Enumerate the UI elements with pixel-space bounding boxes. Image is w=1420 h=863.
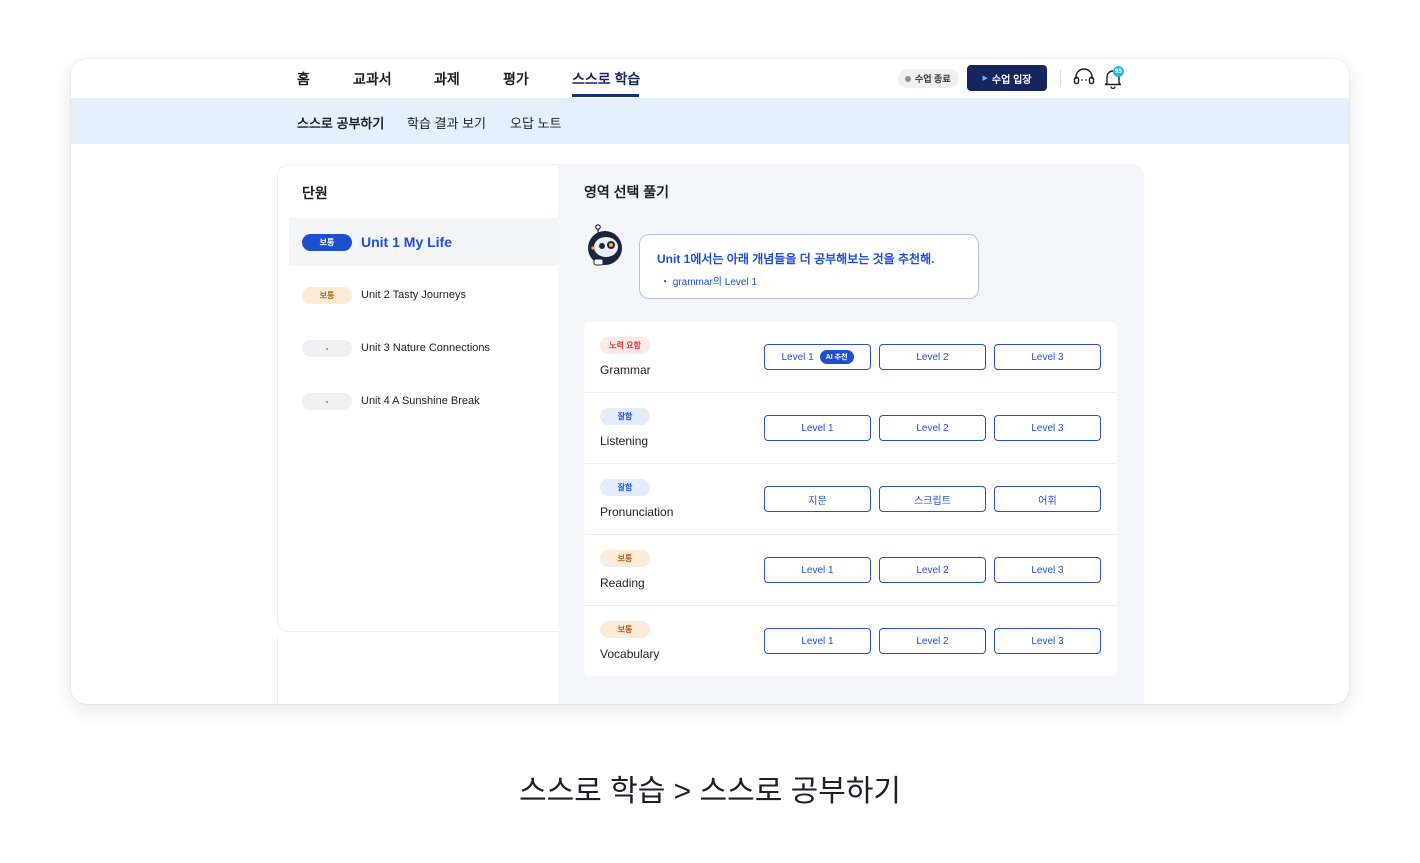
play-icon: ▶: [982, 75, 988, 82]
skill-status-badge: 잘함: [600, 408, 650, 425]
skill-row-vocabulary: 보통 Vocabulary Level 1 Level 2 Level 3: [584, 606, 1117, 677]
recommendation-text: Unit 1에서는 아래 개념들을 더 공부해보는 것을 추천해.: [657, 252, 935, 266]
class-status-label: 수업 종료: [915, 74, 951, 84]
unit-item-4[interactable]: - Unit 4 A Sunshine Break: [289, 377, 559, 425]
unit-level-badge: -: [302, 339, 352, 357]
notification-count-badge: 95: [1113, 66, 1124, 77]
sub-nav: 스스로 공부하기 학습 결과 보기 오답 노트: [71, 98, 1349, 144]
skill-row-grammar: 노력 요함 Grammar Level 1 AI 추천 Level 2 Leve…: [584, 322, 1117, 393]
nav-home[interactable]: 홈: [297, 69, 310, 89]
reading-level-3-button[interactable]: Level 3: [994, 557, 1101, 583]
subnav-self-study[interactable]: 스스로 공부하기: [297, 113, 384, 132]
pronunciation-vocab-button[interactable]: 어휘: [994, 486, 1101, 512]
unit-level-badge: -: [302, 392, 352, 410]
unit-level-badge: 보통: [302, 286, 352, 304]
practice-panel: 영역 선택 풀기 Unit 1에서는 아래 개념들을 더 공부해보는 것을 추천…: [558, 164, 1144, 704]
enter-class-button[interactable]: ▶ 수업 입장: [967, 65, 1047, 91]
skill-row-listening: 잘함 Listening Level 1 Level 2 Level 3: [584, 393, 1117, 464]
recommendation-bubble: Unit 1에서는 아래 개념들을 더 공부해보는 것을 추천해. ・ gram…: [639, 234, 979, 299]
skill-status-badge: 보통: [600, 550, 650, 567]
skill-name: Vocabulary: [600, 647, 660, 661]
skill-status-badge: 잘함: [600, 479, 650, 496]
practice-title: 영역 선택 풀기: [584, 184, 670, 200]
unit-level-badge: 보통: [302, 233, 352, 251]
nav-textbook[interactable]: 교과서: [353, 69, 392, 89]
nav-assessment[interactable]: 평가: [503, 69, 529, 89]
pronunciation-passage-button[interactable]: 지문: [764, 486, 871, 512]
recommendation-detail: ・ grammar의 Level 1: [660, 277, 758, 288]
unit-item-3[interactable]: - Unit 3 Nature Connections: [289, 324, 559, 372]
listening-level-3-button[interactable]: Level 3: [994, 415, 1101, 441]
nav-divider: [1060, 70, 1061, 86]
listening-level-1-button[interactable]: Level 1: [764, 415, 871, 441]
vocabulary-level-2-button[interactable]: Level 2: [879, 628, 986, 654]
status-dot-icon: [905, 75, 911, 82]
skill-row-pronunciation: 잘함 Pronunciation 지문 스크립트 어휘: [584, 464, 1117, 535]
ai-recommend-tag: AI 추천: [819, 350, 854, 364]
unit-list-panel: 단원 보통 Unit 1 My Life 보통 Unit 2 Tasty Jou…: [277, 164, 559, 632]
pronunciation-script-button[interactable]: 스크립트: [879, 486, 986, 512]
unit-item-2[interactable]: 보통 Unit 2 Tasty Journeys: [289, 271, 559, 319]
class-status-badge: 수업 종료: [898, 69, 959, 88]
nav-assignment[interactable]: 과제: [434, 69, 460, 89]
skill-name: Grammar: [600, 363, 651, 377]
level-label: Level 1: [781, 351, 814, 363]
subnav-results[interactable]: 학습 결과 보기: [407, 113, 486, 132]
subnav-wrong-notes[interactable]: 오답 노트: [510, 113, 561, 132]
skill-row-reading: 보통 Reading Level 1 Level 2 Level 3: [584, 535, 1117, 606]
skill-status-badge: 노력 요함: [600, 337, 650, 354]
grammar-level-2-button[interactable]: Level 2: [879, 344, 986, 370]
unit-label: Unit 3 Nature Connections: [361, 342, 491, 354]
reading-level-1-button[interactable]: Level 1: [764, 557, 871, 583]
headset-icon[interactable]: [1073, 68, 1095, 88]
vocabulary-level-3-button[interactable]: Level 3: [994, 628, 1101, 654]
robot-mascot-icon: [588, 224, 622, 266]
enter-class-label: 수업 입장: [991, 74, 1032, 86]
skills-list: 노력 요함 Grammar Level 1 AI 추천 Level 2 Leve…: [584, 322, 1117, 676]
reading-level-2-button[interactable]: Level 2: [879, 557, 986, 583]
nav-self-study[interactable]: 스스로 학습: [572, 69, 640, 89]
grammar-level-1-button[interactable]: Level 1 AI 추천: [764, 344, 871, 370]
unit-label: Unit 4 A Sunshine Break: [361, 395, 480, 407]
panel-border: [277, 637, 278, 704]
unit-label: Unit 2 Tasty Journeys: [361, 289, 466, 301]
screen-caption: 스스로 학습 > 스스로 공부하기: [518, 775, 902, 808]
skill-status-badge: 보통: [600, 621, 650, 638]
unit-list-title: 단원: [302, 185, 328, 201]
skill-name: Reading: [600, 576, 645, 590]
listening-level-2-button[interactable]: Level 2: [879, 415, 986, 441]
unit-item-1[interactable]: 보통 Unit 1 My Life: [289, 218, 559, 266]
unit-label: Unit 1 My Life: [361, 234, 453, 250]
grammar-level-3-button[interactable]: Level 3: [994, 344, 1101, 370]
top-nav: 홈 교과서 과제 평가 스스로 학습 수업 종료 ▶ 수업 입장 95: [71, 59, 1349, 98]
skill-name: Listening: [600, 434, 649, 448]
app-window: 홈 교과서 과제 평가 스스로 학습 수업 종료 ▶ 수업 입장 95 스스로: [71, 59, 1349, 704]
skill-name: Pronunciation: [600, 505, 674, 519]
active-nav-indicator: [572, 94, 639, 97]
vocabulary-level-1-button[interactable]: Level 1: [764, 628, 871, 654]
